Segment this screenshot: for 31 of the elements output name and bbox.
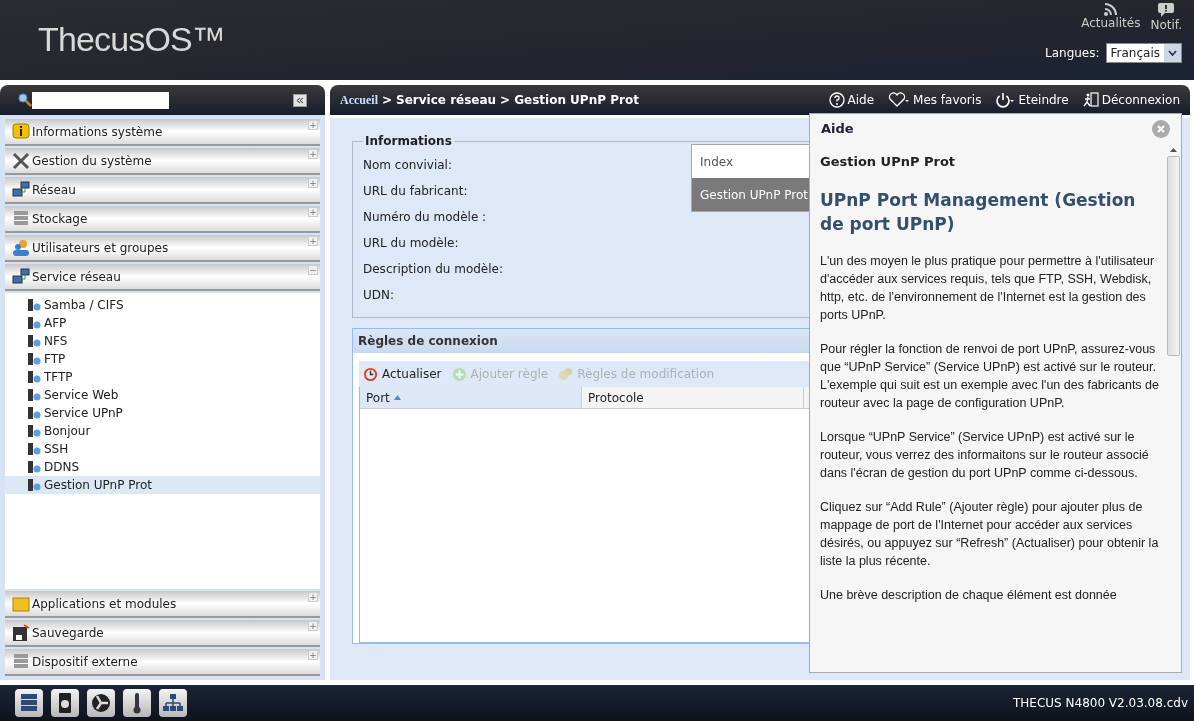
toggle-icon: + (308, 650, 318, 660)
help-subtitle: Gestion UPnP Prot (820, 153, 957, 171)
help-title: Aide (821, 120, 854, 139)
breadcrumb-separator: > (500, 92, 511, 109)
toggle-icon: + (308, 207, 318, 217)
panel-title: Règles de connexion (358, 333, 498, 350)
help-paragraph: Lorsque “UPnP Service” (Service UPnP) est activé sur le routeur, vous verrez des informaitons sur le routeur associé dans l'écran de gestion du port UPnP comme ci-dessous. (820, 428, 1150, 482)
breadcrumb-current: Gestion UPnP Prot (514, 92, 639, 109)
logo: ThecusOS™ (38, 19, 225, 60)
help-paragraph: L'un des moyen le plus pratique pour permettre à l'utilisateur d'accéder aux services requis, tels que FTP, SSH, Webdisk, http, etc. de l'environnement de l'Internet est la gestion des ports UPnP. (820, 252, 1156, 324)
breadcrumb-separator: > (382, 92, 393, 109)
field-label: URL du modèle: (363, 235, 459, 252)
language-label: Langues: (1045, 45, 1100, 62)
field-label: Description du modèle: (363, 261, 503, 278)
toggle-icon: − (308, 265, 318, 275)
toggle-icon: + (308, 592, 318, 602)
toggle-icon: + (308, 621, 318, 631)
field-label: URL du fabricant: (363, 183, 468, 200)
field-label: UDN: (363, 287, 395, 304)
toggle-icon: + (308, 236, 318, 246)
toggle-icon: + (308, 178, 318, 188)
field-label: Nom convivial: (363, 157, 452, 174)
help-paragraph: Une brève description de chaque élément est donnée (820, 586, 1118, 604)
toggle-icon: + (308, 149, 318, 159)
field-label: Numéro du modèle : (363, 209, 487, 226)
help-paragraph: Pour régler la fonction de renvoi de port UPnP, assurez-vous que “UPnP Service” (Service UPnP) est activé sur le routeur. L'exemple qui suit est un exemple avec l'un des fabricants de routeur avec la page de configuration UPnP. (820, 340, 1159, 412)
fieldset-legend: Informations (363, 132, 454, 150)
help-paragraph: Cliquez sur “Add Rule” (Ajouter règle) pour ajouter plus de mappage de port de l'Internet pour accéder aux services désirés, ou appuyez sur “Refresh” (Actualiser) pour obtenir la liste la plus récente. (820, 498, 1159, 570)
help-heading: UPnP Port Management (Gestion de port UPnP) (820, 188, 1137, 236)
version-text: THECUS N4800 V2.03.08.cdv (1013, 695, 1188, 712)
toggle-icon: + (308, 120, 318, 130)
